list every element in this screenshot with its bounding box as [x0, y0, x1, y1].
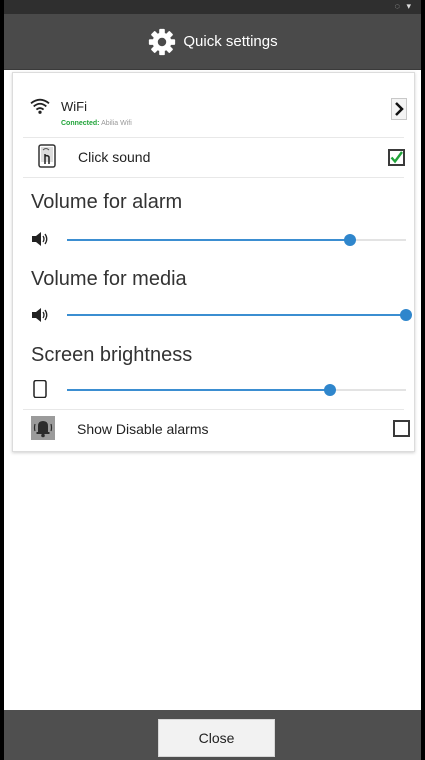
brightness-thumb[interactable] — [323, 384, 336, 396]
brightness-title: Screen brightness — [31, 344, 193, 366]
chevron-right-icon — [395, 102, 404, 116]
screen-frame: ◌ ▾ Quick settings WiFi Connected: Abili… — [4, 0, 421, 760]
wifi-connection-status: Connected: Abilia Wifi — [61, 120, 132, 127]
gear-icon — [149, 28, 176, 55]
bottom-bar: Close — [4, 710, 421, 760]
wifi-connected-prefix: Connected: — [61, 120, 100, 127]
media-volume-title: Volume for media — [31, 268, 187, 290]
touch-screen-icon — [38, 144, 56, 168]
wifi-network-name: Abilia Wifi — [101, 120, 132, 127]
alarm-volume-slider[interactable] — [67, 234, 406, 246]
click-sound-checkbox[interactable] — [388, 149, 405, 166]
speaker-icon — [32, 232, 48, 246]
quick-settings-panel: WiFi Connected: Abilia Wifi Click sound — [12, 72, 415, 452]
show-disable-alarms-checkbox[interactable] — [393, 420, 410, 437]
wifi-settings-button[interactable] — [391, 98, 407, 120]
divider — [23, 137, 404, 138]
media-volume-slider[interactable] — [67, 309, 412, 321]
wifi-label: WiFi — [61, 99, 87, 114]
phone-icon — [33, 380, 47, 398]
status-icons: ◌ ▾ — [394, 1, 413, 11]
alarm-bell-icon — [31, 416, 55, 440]
show-disable-alarms-row[interactable]: Show Disable alarms — [13, 409, 414, 449]
click-sound-label: Click sound — [78, 149, 151, 165]
media-volume-fill — [67, 314, 406, 316]
checkmark-icon — [390, 151, 403, 164]
media-volume-thumb[interactable] — [400, 309, 412, 321]
alarm-volume-thumb[interactable] — [344, 234, 357, 246]
wifi-icon — [30, 98, 50, 114]
brightness-slider[interactable] — [67, 384, 406, 396]
app-bar: Quick settings — [4, 14, 421, 70]
brightness-fill — [67, 389, 330, 391]
show-disable-alarms-label: Show Disable alarms — [77, 421, 209, 437]
page-title: Quick settings — [183, 33, 278, 50]
alarm-volume-title: Volume for alarm — [31, 191, 183, 213]
close-button-label: Close — [198, 730, 235, 746]
alarm-volume-fill — [67, 239, 351, 241]
close-button[interactable]: Close — [158, 719, 275, 757]
header-title-wrap: Quick settings — [4, 14, 421, 69]
wifi-row[interactable]: WiFi Connected: Abilia Wifi — [13, 85, 414, 137]
divider — [23, 177, 404, 178]
click-sound-row[interactable]: Click sound — [13, 139, 414, 177]
status-bar: ◌ ▾ — [4, 0, 421, 14]
bell-glyph — [33, 421, 53, 438]
speaker-icon — [32, 308, 48, 322]
